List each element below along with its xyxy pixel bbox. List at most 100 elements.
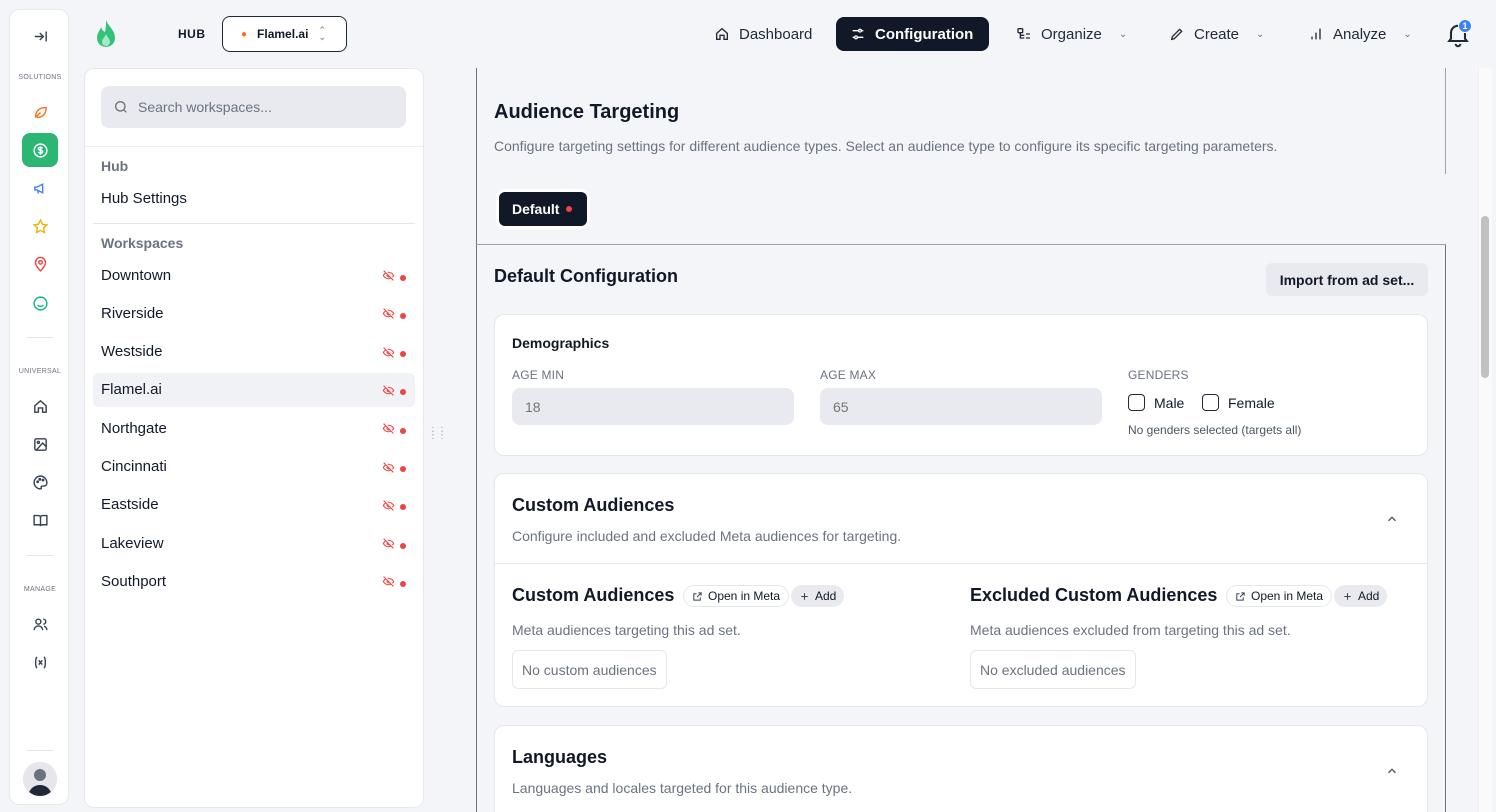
- add-custom-audience-button[interactable]: Add: [791, 585, 845, 607]
- gender-female-checkbox[interactable]: Female: [1202, 394, 1275, 411]
- workspace-status: [382, 537, 406, 554]
- variable-icon[interactable]: [22, 645, 58, 679]
- add-label: Add: [815, 589, 837, 603]
- age-min-input[interactable]: [512, 388, 794, 425]
- smile-icon[interactable]: [22, 286, 58, 320]
- languages-card: Languages Languages and locales targeted…: [494, 725, 1428, 812]
- custom-audiences-card: Custom Audiences Configure included and …: [494, 473, 1428, 707]
- tab-label: Default: [512, 201, 560, 217]
- bar-chart-icon: [1311, 28, 1321, 40]
- checkbox[interactable]: [1128, 394, 1145, 411]
- workspace-status: [382, 384, 406, 401]
- chevron-up-icon[interactable]: [1385, 764, 1399, 778]
- scrollbar-track[interactable]: [1478, 68, 1492, 812]
- user-avatar[interactable]: [23, 762, 57, 796]
- page-title: Audience Targeting: [494, 101, 680, 123]
- location-pin-icon[interactable]: [22, 247, 58, 281]
- divider: [1445, 68, 1446, 174]
- custom-audiences-section-desc: Configure included and excluded Meta aud…: [512, 528, 902, 544]
- sliders-icon: [852, 28, 864, 40]
- checkbox[interactable]: [1202, 394, 1219, 411]
- rail-divider: [26, 555, 54, 556]
- status-dot: [400, 274, 406, 281]
- users-icon[interactable]: [22, 607, 58, 641]
- dollar-icon[interactable]: [22, 133, 58, 167]
- palette-icon[interactable]: [22, 465, 58, 499]
- chevron-up-icon[interactable]: [1385, 512, 1399, 526]
- pencil-icon: [1170, 28, 1183, 41]
- audience-type-tab-default[interactable]: Default: [499, 192, 587, 226]
- workspace-item[interactable]: Northgate: [93, 411, 415, 445]
- open-in-meta-button[interactable]: Open in Meta: [683, 585, 790, 607]
- open-in-meta-label: Open in Meta: [708, 589, 781, 603]
- leaf-icon[interactable]: [22, 95, 58, 129]
- hub-settings-link[interactable]: Hub Settings: [101, 190, 187, 207]
- open-in-meta-button[interactable]: Open in Meta: [1226, 585, 1333, 607]
- icon-rail: SOLUTIONS UNIVERSAL MANAGE: [9, 9, 69, 805]
- workspace-item[interactable]: Westside: [93, 335, 415, 369]
- workspace-status: [382, 461, 406, 478]
- page-description: Configure targeting settings for differe…: [494, 138, 1278, 154]
- divider: [476, 68, 477, 812]
- eye-off-icon: [382, 575, 395, 592]
- workspace-item[interactable]: Eastside: [93, 488, 415, 522]
- nav-dashboard[interactable]: Dashboard: [700, 17, 826, 51]
- book-icon[interactable]: [22, 503, 58, 537]
- hub-heading: Hub: [101, 158, 129, 174]
- brand-logo-icon[interactable]: [94, 18, 118, 50]
- nav-create[interactable]: Create ⌄: [1155, 17, 1278, 51]
- demographics-title: Demographics: [512, 335, 610, 351]
- eye-off-icon: [382, 384, 395, 401]
- rail-section-universal: UNIVERSAL: [18, 368, 62, 375]
- genders-label: GENDERS: [1128, 368, 1189, 382]
- chevron-down-icon: ⌄: [1256, 28, 1265, 40]
- divider: [85, 146, 423, 147]
- included-audiences-title: Custom Audiences: [512, 585, 675, 605]
- status-dot: [400, 504, 406, 511]
- expand-sidebar-icon[interactable]: [22, 19, 58, 53]
- workspace-name: Cincinnati: [101, 458, 167, 475]
- scrollbar-thumb[interactable]: [1481, 216, 1489, 378]
- workspace-item[interactable]: Downtown: [93, 258, 415, 292]
- add-excluded-audience-button[interactable]: Add: [1334, 585, 1388, 607]
- divider: [495, 563, 1427, 564]
- plus-icon: [1344, 592, 1351, 600]
- workspace-name: Westside: [101, 343, 163, 361]
- workspace-item[interactable]: Southport: [93, 564, 415, 598]
- status-dot: [400, 466, 406, 472]
- resize-handle[interactable]: ⋮⋮ ⋮⋮: [428, 427, 447, 441]
- nav-analyze[interactable]: Analyze ⌄: [1294, 17, 1426, 51]
- status-dot: [400, 312, 406, 319]
- workspace-status: [382, 575, 406, 592]
- nav-organize[interactable]: Organize ⌄: [1002, 17, 1141, 51]
- eye-off-icon: [382, 307, 395, 324]
- search-icon: [115, 101, 127, 113]
- workspace-sidebar: Hub Hub Settings Workspaces Downtown Rive…: [84, 68, 424, 808]
- workspace-select[interactable]: ● Flamel.ai ⌃ ⌄: [222, 16, 347, 52]
- eye-off-icon: [382, 499, 395, 516]
- workspace-name: Lakeview: [101, 534, 164, 552]
- megaphone-icon[interactable]: [22, 171, 58, 205]
- notification-badge: 1: [1458, 19, 1472, 33]
- image-icon[interactable]: [22, 427, 58, 461]
- workspace-search[interactable]: [101, 86, 406, 128]
- workspace-item[interactable]: Riverside: [93, 296, 415, 330]
- chevron-down-icon: ⌄: [1118, 28, 1128, 40]
- home-icon[interactable]: [22, 389, 58, 423]
- search-input[interactable]: [138, 99, 388, 115]
- add-label: Add: [1358, 589, 1380, 603]
- star-icon[interactable]: [22, 209, 58, 243]
- gender-male-checkbox[interactable]: Male: [1128, 394, 1184, 411]
- workspaces-heading: Workspaces: [101, 235, 184, 251]
- import-from-ad-set-button[interactable]: Import from ad set...: [1266, 263, 1428, 296]
- age-min-label: AGE MIN: [512, 368, 565, 382]
- age-max-input[interactable]: [820, 388, 1102, 425]
- workspace-item[interactable]: Cincinnati: [93, 450, 415, 484]
- nav-configuration[interactable]: Configuration: [836, 17, 989, 51]
- workspace-name: Southport: [101, 572, 167, 590]
- workspace-item[interactable]: Lakeview: [93, 526, 415, 560]
- languages-desc: Languages and locales targeted for this …: [512, 780, 853, 796]
- workspace-item[interactable]: Flamel.ai: [93, 372, 415, 407]
- age-max-label: AGE MAX: [820, 368, 877, 382]
- genders-hint: No genders selected (targets all): [1128, 423, 1302, 437]
